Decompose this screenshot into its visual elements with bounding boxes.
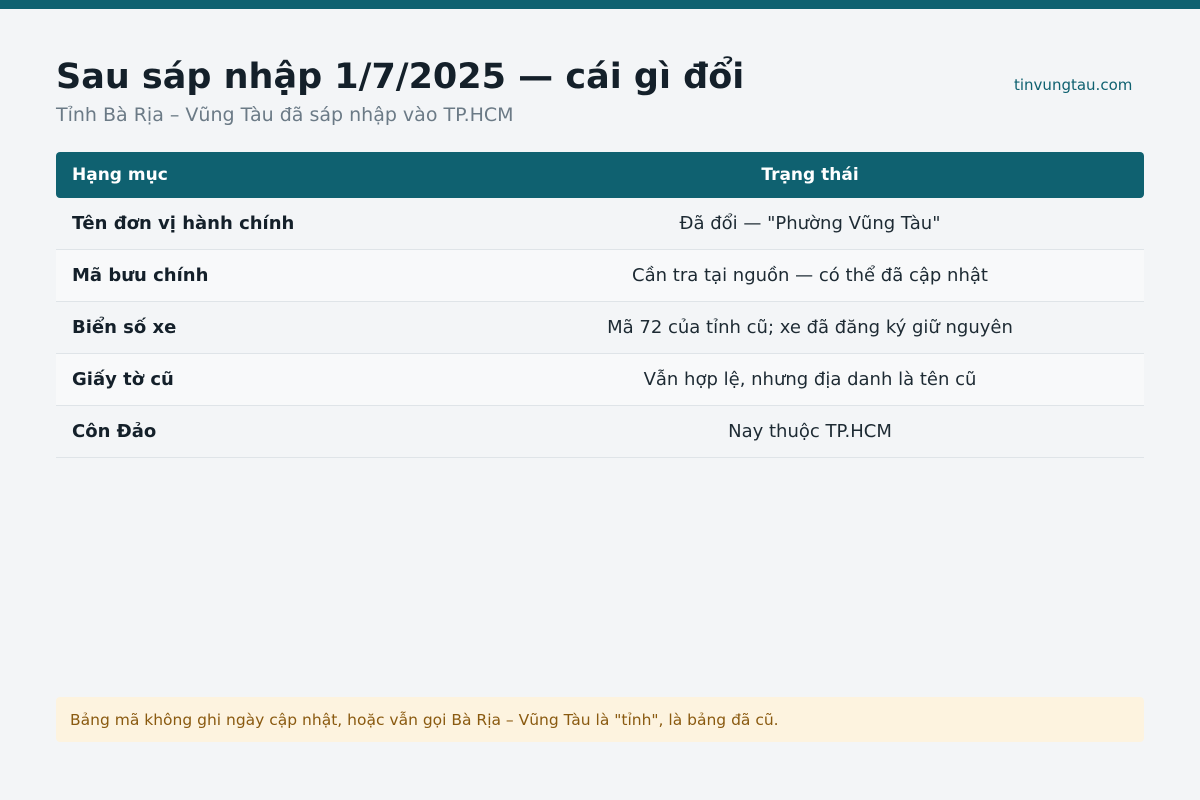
- page-title: Sau sáp nhập 1/7/2025 — cái gì đổi: [56, 57, 745, 97]
- row-item: Mã bưu chính: [72, 265, 209, 286]
- warning-note-text: Bảng mã không ghi ngày cập nhật, hoặc vẫ…: [70, 710, 779, 729]
- warning-note: Bảng mã không ghi ngày cập nhật, hoặc vẫ…: [56, 697, 1144, 742]
- row-status: Nay thuộc TP.HCM: [728, 421, 892, 442]
- column-header-status: Trạng thái: [761, 165, 859, 185]
- table-row: Mã bưu chính Cần tra tại nguồn — có thể …: [56, 250, 1144, 302]
- table-row: Tên đơn vị hành chính Đã đổi — "Phường V…: [56, 198, 1144, 250]
- site-link[interactable]: tinvungtau.com: [1014, 75, 1132, 95]
- row-item: Giấy tờ cũ: [72, 369, 174, 390]
- top-accent-bar: [0, 0, 1200, 9]
- table-row: Giấy tờ cũ Vẫn hợp lệ, nhưng địa danh là…: [56, 354, 1144, 406]
- table-body: Tên đơn vị hành chính Đã đổi — "Phường V…: [56, 198, 1144, 458]
- row-item: Biển số xe: [72, 317, 177, 338]
- column-header-item: Hạng mục: [72, 165, 168, 185]
- page-subtitle: Tỉnh Bà Rịa – Vũng Tàu đã sáp nhập vào T…: [56, 104, 514, 126]
- changes-table: Hạng mục Trạng thái Tên đơn vị hành chín…: [56, 152, 1144, 458]
- table-row: Biển số xe Mã 72 của tỉnh cũ; xe đã đăng…: [56, 302, 1144, 354]
- row-status: Cần tra tại nguồn — có thể đã cập nhật: [632, 265, 988, 286]
- row-item: Tên đơn vị hành chính: [72, 213, 295, 234]
- row-status: Đã đổi — "Phường Vũng Tàu": [679, 213, 941, 234]
- table-header: Hạng mục Trạng thái: [56, 152, 1144, 198]
- table-row: Côn Đảo Nay thuộc TP.HCM: [56, 406, 1144, 458]
- row-status: Vẫn hợp lệ, nhưng địa danh là tên cũ: [643, 369, 977, 390]
- row-item: Côn Đảo: [72, 421, 157, 442]
- row-status: Mã 72 của tỉnh cũ; xe đã đăng ký giữ ngu…: [607, 317, 1013, 338]
